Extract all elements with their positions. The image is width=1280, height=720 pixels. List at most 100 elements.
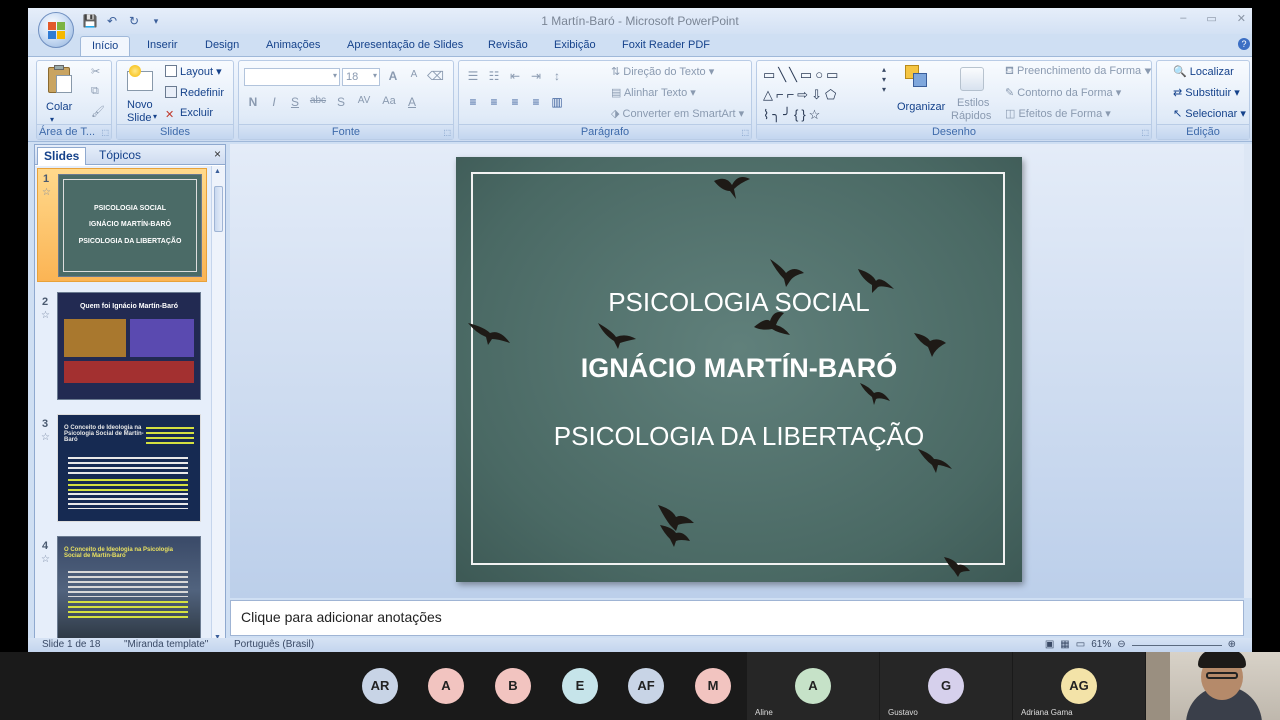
decrease-indent-icon[interactable]: ⇤	[507, 69, 523, 83]
tab-animacoes[interactable]: Animações	[266, 36, 320, 56]
scroll-up-icon[interactable]: ▲	[214, 168, 221, 175]
new-slide-dropdown-icon[interactable]: ▾	[153, 112, 157, 121]
font-size-dropdown-icon[interactable]: ▾	[373, 71, 377, 80]
smartart-button[interactable]: ⬗ Converter em SmartArt ▾	[611, 107, 744, 120]
participant-tile[interactable]: AG Adriana Gama	[1013, 652, 1145, 720]
normal-view-icon[interactable]: ▣	[1045, 639, 1054, 650]
slideshow-view-icon[interactable]: ▭	[1076, 639, 1085, 650]
char-spacing-icon[interactable]: AV	[354, 95, 374, 109]
font-launcher-icon[interactable]: ⬚	[443, 128, 451, 137]
participant-tile[interactable]: A Aline	[747, 652, 879, 720]
find-button[interactable]: 🔍 Localizar	[1173, 65, 1234, 78]
participant-avatar[interactable]: B	[495, 668, 531, 704]
italic-icon[interactable]: I	[266, 95, 282, 109]
slide-thumbnail-4[interactable]: 4 ☆ O Conceito de Ideologia na Psicologi…	[37, 536, 207, 643]
quick-styles-label-2[interactable]: Rápidos	[951, 110, 991, 122]
zoom-slider[interactable]	[1131, 645, 1222, 646]
tab-slides[interactable]: Slides	[37, 147, 87, 165]
replace-button[interactable]: ⇄ Substituir ▾	[1173, 86, 1240, 99]
new-slide-icon[interactable]	[127, 65, 155, 95]
arrange-button[interactable]: Organizar	[897, 101, 945, 113]
align-text-button[interactable]: ▤ Alinhar Texto ▾	[611, 86, 696, 99]
tab-revisao[interactable]: Revisão	[488, 36, 528, 56]
new-slide-label-1[interactable]: Novo	[127, 99, 153, 111]
slide-thumbnail-3[interactable]: 3 ☆ O Conceito de Ideologia na Psicologi…	[37, 414, 207, 526]
presenter-video-tile[interactable]	[1146, 652, 1280, 720]
bold-icon[interactable]: N	[245, 95, 261, 109]
notes-pane[interactable]: Clique para adicionar anotações	[230, 600, 1244, 636]
font-name-dropdown-icon[interactable]: ▾	[333, 71, 337, 80]
change-case-icon[interactable]: Aa	[379, 95, 399, 109]
participant-avatar[interactable]: A	[428, 668, 464, 704]
quick-styles-label-1[interactable]: Estilos	[957, 97, 989, 109]
slide-title-line-1[interactable]: PSICOLOGIA SOCIAL	[456, 287, 1022, 318]
format-painter-icon[interactable]: 🖌	[91, 105, 105, 118]
clipboard-launcher-icon[interactable]: ⬚	[101, 128, 109, 137]
line-spacing-icon[interactable]: ↕	[549, 69, 565, 83]
paragraph-launcher-icon[interactable]: ⬚	[741, 128, 749, 137]
columns-icon[interactable]: ▥	[549, 95, 565, 109]
align-left-icon[interactable]: ≡	[465, 95, 481, 109]
participant-avatar[interactable]: AR	[362, 668, 398, 704]
grow-font-icon[interactable]: A	[385, 69, 401, 83]
quick-styles-icon[interactable]	[958, 65, 986, 95]
font-color-icon[interactable]: A	[404, 95, 420, 109]
font-size-field[interactable]: 18 ▾	[342, 68, 380, 86]
tab-exibicao[interactable]: Exibição	[554, 36, 596, 56]
tab-inicio[interactable]: Início	[80, 36, 131, 56]
office-button[interactable]	[38, 12, 74, 48]
clear-format-icon[interactable]: ⌫	[427, 69, 444, 83]
cut-icon[interactable]: ✂	[91, 65, 100, 78]
justify-icon[interactable]: ≡	[528, 95, 544, 109]
sorter-view-icon[interactable]: ▦	[1060, 639, 1069, 650]
reset-button[interactable]: Redefinir	[165, 86, 224, 99]
tab-apresentacao[interactable]: Apresentação de Slides	[347, 36, 463, 56]
text-direction-button[interactable]: ⇅ Direção do Texto ▾	[611, 65, 714, 78]
close-button[interactable]: ✕	[1237, 12, 1246, 25]
align-center-icon[interactable]: ≡	[486, 95, 502, 109]
shape-fill-button[interactable]: ⛾ Preenchimento da Forma ▾	[1005, 65, 1152, 79]
paste-icon[interactable]	[46, 65, 74, 95]
maximize-button[interactable]: ▭	[1206, 12, 1216, 25]
zoom-in-icon[interactable]: ⊕	[1228, 639, 1236, 650]
slide-thumbnail-2[interactable]: 2 ☆ Quem foi Ignácio Martín-Baró	[37, 292, 207, 404]
tab-foxit[interactable]: Foxit Reader PDF	[622, 36, 710, 56]
slide-thumbnail-1[interactable]: 1 ☆ PSICOLOGIA SOCIAL IGNÁCIO MARTÍN-BAR…	[37, 168, 207, 282]
slides-pane-scrollbar[interactable]: ▲ ▼	[211, 166, 225, 643]
underline-icon[interactable]: S	[287, 95, 303, 109]
strikethrough-icon[interactable]: abc	[308, 95, 328, 109]
increase-indent-icon[interactable]: ⇥	[528, 69, 544, 83]
close-pane-icon[interactable]: ×	[214, 147, 221, 161]
paste-dropdown-icon[interactable]: ▾	[50, 115, 54, 124]
numbering-icon[interactable]: ☷	[486, 69, 502, 83]
select-button[interactable]: ↖ Selecionar ▾	[1173, 107, 1246, 120]
shape-effects-button[interactable]: ◫ Efeitos de Forma ▾	[1005, 107, 1111, 120]
drawing-launcher-icon[interactable]: ⬚	[1141, 128, 1149, 137]
help-icon[interactable]: ?	[1238, 38, 1250, 50]
minimize-button[interactable]: –	[1180, 12, 1186, 25]
tab-topicos[interactable]: Tópicos	[93, 147, 147, 165]
delete-button[interactable]: ✕ Excluir	[165, 107, 213, 122]
tab-design[interactable]: Design	[205, 36, 239, 56]
layout-button[interactable]: Layout ▾	[165, 65, 222, 78]
participant-avatar[interactable]: AF	[628, 668, 664, 704]
participant-tile[interactable]: G Gustavo	[880, 652, 1012, 720]
participant-avatar[interactable]: E	[562, 668, 598, 704]
tab-inserir[interactable]: Inserir	[147, 36, 178, 56]
font-name-field[interactable]: ▾	[244, 68, 340, 86]
notes-placeholder[interactable]: Clique para adicionar anotações	[241, 609, 442, 625]
current-slide[interactable]: PSICOLOGIA SOCIAL IGNÁCIO MARTÍN-BARÓ PS…	[456, 157, 1022, 582]
status-language[interactable]: Português (Brasil)	[234, 639, 314, 650]
bullets-icon[interactable]: ☰	[465, 69, 481, 83]
paste-button[interactable]: Colar	[46, 101, 72, 113]
align-right-icon[interactable]: ≡	[507, 95, 523, 109]
slide-scrollbar[interactable]	[1244, 144, 1252, 598]
participant-avatar[interactable]: M	[695, 668, 731, 704]
arrange-icon[interactable]	[903, 63, 931, 93]
new-slide-label-2[interactable]: Slide	[127, 112, 151, 124]
shapes-gallery[interactable]: ▭╲╲▭○▭ △⌐⌐⇨⇩⬠ ⌇╮╯{}☆	[763, 65, 883, 125]
zoom-level[interactable]: 61%	[1091, 639, 1111, 650]
shapes-scroll-icon[interactable]: ▴ ▾ ▾	[882, 65, 886, 95]
zoom-out-icon[interactable]: ⊖	[1117, 639, 1125, 650]
scrollbar-thumb[interactable]	[214, 186, 223, 232]
